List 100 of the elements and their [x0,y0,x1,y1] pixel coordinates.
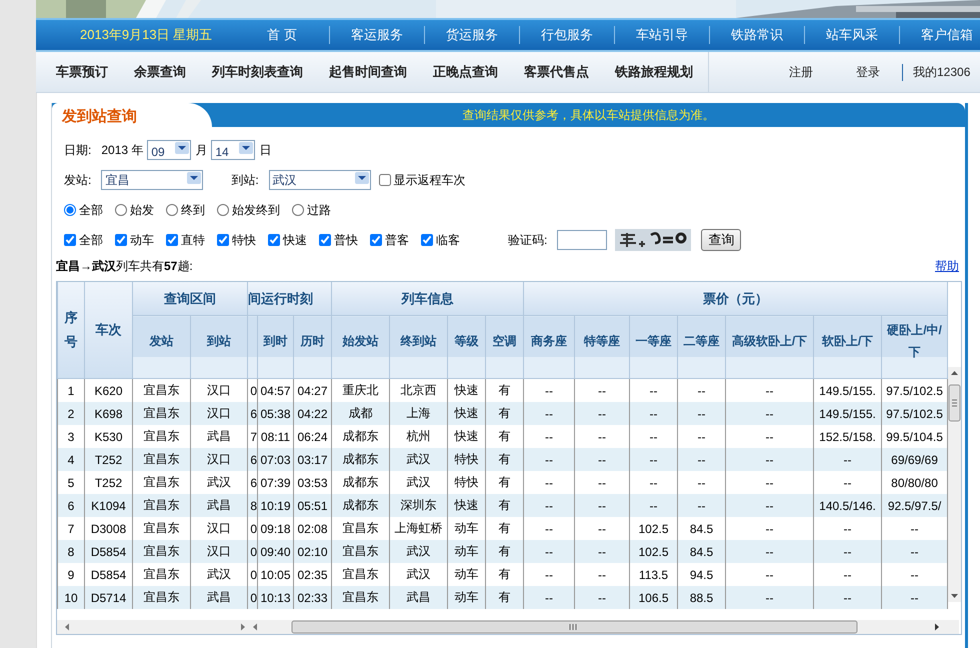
table-cell: 快速 [448,402,486,425]
table-cell: 宜昌东 [132,378,190,402]
column-header: 硬卧上/中/下 [882,316,948,378]
table-cell: 宜昌东 [132,471,190,494]
table-cell: 武汉 [190,471,248,494]
radio-button[interactable] [64,204,76,216]
nav-link[interactable]: 客户信箱 [899,26,980,44]
table-cell: 10:13 [258,586,294,609]
sub-nav-link[interactable]: 铁路旅程规划 [615,63,693,81]
table-cell: 有 [486,471,524,494]
table-cell: 动车 [448,517,486,540]
day-select[interactable]: 14 [211,140,256,160]
checkbox[interactable] [370,234,382,246]
sub-nav-link[interactable]: 客票代售点 [524,63,589,81]
column-group-header: 间运行时刻 [248,282,332,316]
caret-icon [239,142,254,154]
table-cell: 有 [486,402,524,425]
checkbox[interactable] [217,234,229,246]
column-header: 序号 [58,282,84,378]
nav-link[interactable]: 客运服务 [329,26,424,44]
table-cell: 特快 [448,471,486,494]
table-cell: 武汉 [190,563,248,586]
vertical-scrollbar[interactable] [948,367,962,602]
table-cell: 汉口 [190,540,248,563]
option-label: 过路 [307,202,331,218]
table-cell: 07:03 [258,448,294,471]
table-cell: -- [726,586,814,609]
year-text: 2013 年 [101,142,144,158]
table-cell: -- [814,517,882,540]
column-header: 一等座 [630,316,678,378]
nav-link[interactable]: 首 页 [235,26,329,44]
checkbox[interactable] [378,174,391,186]
table-cell: K620 [84,378,132,402]
nav-link[interactable]: 站车风采 [804,26,899,44]
table-cell: -- [574,425,630,448]
table-cell: 03:17 [294,448,332,471]
option-label: 始发终到 [232,202,280,218]
table-cell: 8 [58,540,84,563]
panel-tab[interactable]: 发到站查询 [52,103,212,127]
table-cell: 有 [486,494,524,517]
sub-nav-link[interactable]: 起售时间查询 [329,63,407,81]
table-cell: 上海 [390,402,448,425]
table-cell: 汉口 [190,448,248,471]
table-cell: 69/69/69 [882,448,948,471]
table-cell: 04:27 [294,378,332,402]
table-cell: 102.5 [630,517,678,540]
sub-nav-link[interactable]: 车票预订 [56,63,108,81]
sub-nav-link[interactable]: 正晚点查询 [433,63,498,81]
table-cell: 宜昌东 [132,425,190,448]
month-select[interactable]: 09 [147,140,192,160]
radio-button[interactable] [217,204,229,216]
option-label: 快速 [283,232,307,248]
table-cell: 宜昌东 [132,494,190,517]
column-header: 二等座 [678,316,726,378]
sub-nav-link[interactable]: 列车时刻表查询 [212,63,303,81]
account-link[interactable]: 登录 [856,64,880,80]
help-link[interactable]: 帮助 [935,258,959,274]
table-cell: 宜昌东 [132,586,190,609]
checkbox[interactable] [268,234,280,246]
captcha-field[interactable] [557,230,608,250]
table-cell: -- [574,563,630,586]
sub-nav-link[interactable]: 余票查询 [134,63,186,81]
option-label: 终到 [181,202,205,218]
date-label: 日期: [64,142,92,158]
table-cell: 113.5 [630,563,678,586]
column-header: 发站 [132,316,190,378]
radio-button[interactable] [292,204,304,216]
table-cell: 149.5/155. [814,402,882,425]
checkbox[interactable] [421,234,433,246]
option-label: 全部 [79,232,103,248]
nav-link[interactable]: 货运服务 [424,26,519,44]
account-link[interactable]: 我的12306 [902,64,970,80]
table-cell: -- [630,425,678,448]
to-select[interactable]: 武汉 [268,170,371,190]
checkbox[interactable] [319,234,331,246]
horizontal-scrollbar[interactable] [57,620,959,634]
table-cell: 88.5 [678,586,726,609]
nav-link[interactable]: 行包服务 [519,26,614,44]
checkbox[interactable] [64,234,76,246]
table-cell: 05:38 [258,402,294,425]
table-cell: -- [574,494,630,517]
search-button[interactable]: 查询 [701,229,742,251]
table-cell: -- [882,540,948,563]
nav-link[interactable]: 铁路常识 [709,26,804,44]
table-cell: 04:57 [258,378,294,402]
table-cell: -- [726,540,814,563]
account-link[interactable]: 注册 [789,64,813,80]
from-select[interactable]: 宜昌 [101,170,204,190]
table-cell: -- [726,517,814,540]
table-cell: 1 [58,378,84,402]
table-cell: 宜昌东 [132,563,190,586]
radio-button[interactable] [115,204,127,216]
option-label: 显示返程车次 [394,172,466,188]
month-unit: 月 [195,142,208,158]
checkbox[interactable] [115,234,127,246]
radio-button[interactable] [166,204,178,216]
nav-link[interactable]: 车站引导 [614,26,709,44]
caret-icon [187,172,202,184]
table-cell: 0 [248,540,258,563]
checkbox[interactable] [166,234,178,246]
